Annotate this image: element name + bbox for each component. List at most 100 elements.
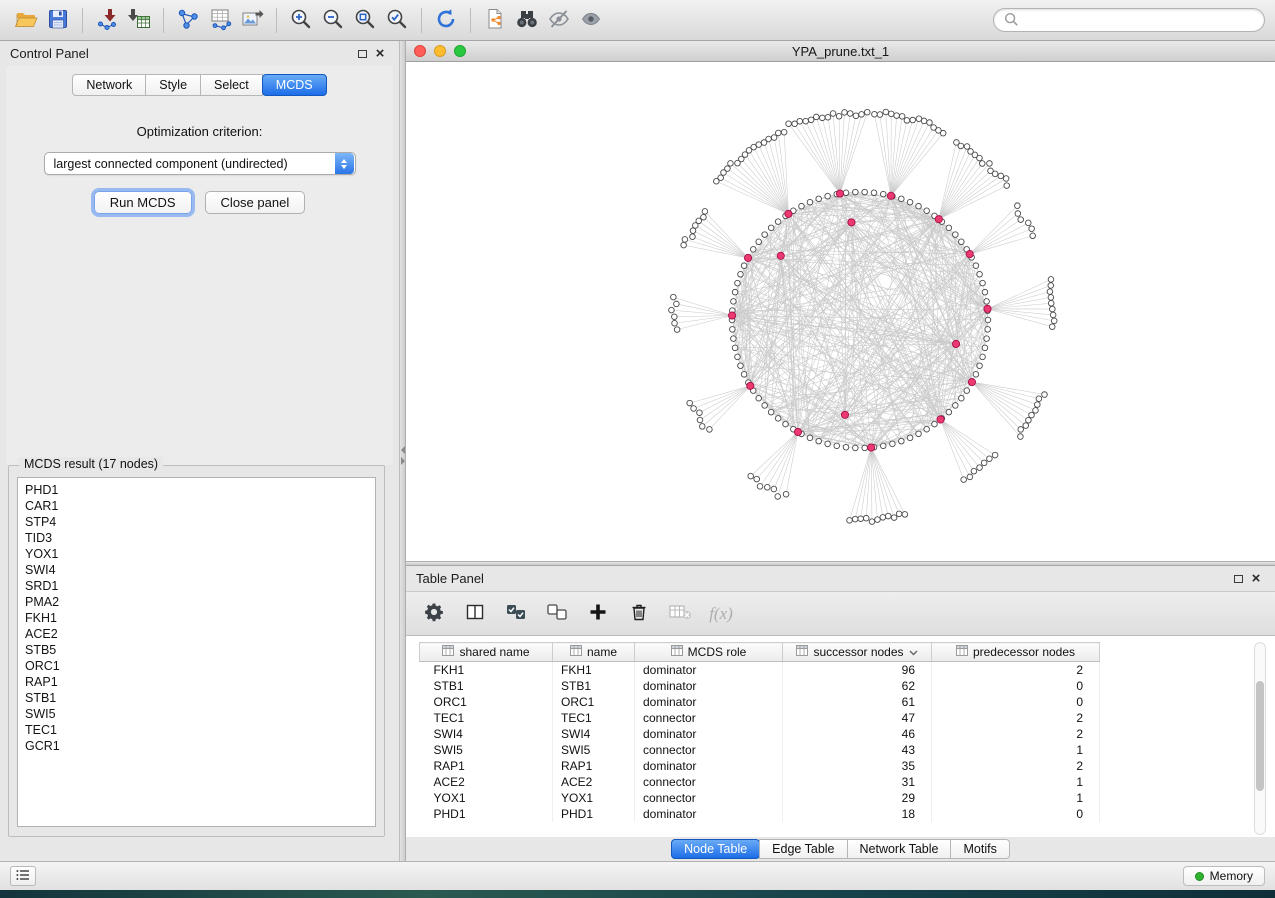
zoom-out-button[interactable] xyxy=(317,4,349,36)
mcds-result-item[interactable]: GCR1 xyxy=(18,738,375,754)
mcds-result-item[interactable]: SRD1 xyxy=(18,578,375,594)
delete-column-button[interactable] xyxy=(626,601,652,627)
cell-predecessor-nodes: 1 xyxy=(932,742,1100,758)
mcds-result-item[interactable]: STB1 xyxy=(18,690,375,706)
memory-button[interactable]: Memory xyxy=(1183,866,1265,886)
search-network-button[interactable] xyxy=(511,4,543,36)
table-row[interactable]: SWI5SWI5connector431 xyxy=(420,742,1252,758)
table-scrollbar[interactable] xyxy=(1254,642,1266,835)
zoom-out-icon xyxy=(321,7,345,34)
network-window-titlebar[interactable]: YPA_prune.txt_1 xyxy=(406,41,1275,62)
tab-network-table[interactable]: Network Table xyxy=(847,839,952,859)
tab-motifs[interactable]: Motifs xyxy=(950,839,1009,859)
mcds-result-item[interactable]: SWI5 xyxy=(18,706,375,722)
table-row[interactable]: RAP1RAP1dominator352 xyxy=(420,758,1252,774)
document-share-icon xyxy=(483,7,507,34)
mcds-result-item[interactable]: STB5 xyxy=(18,642,375,658)
table-header-row: shared namename MCDS role successor nodes p… xyxy=(420,643,1252,662)
tab-node-table[interactable]: Node Table xyxy=(671,839,760,859)
add-column-button[interactable] xyxy=(585,601,611,627)
network-canvas[interactable] xyxy=(406,62,1275,561)
tab-edge-table[interactable]: Edge Table xyxy=(759,839,847,859)
float-panel-button[interactable] xyxy=(353,45,371,63)
cell-name: TEC1 xyxy=(553,710,635,726)
select-all-button[interactable] xyxy=(503,601,529,627)
tab-network[interactable]: Network xyxy=(72,74,146,96)
float-table-panel-button[interactable] xyxy=(1229,570,1247,588)
mcds-result-item[interactable]: ORC1 xyxy=(18,658,375,674)
mcds-result-item[interactable]: TID3 xyxy=(18,530,375,546)
run-mcds-button[interactable]: Run MCDS xyxy=(94,191,192,214)
close-table-panel-button[interactable]: × xyxy=(1247,570,1265,588)
mcds-result-list[interactable]: PHD1CAR1STP4TID3YOX1SWI4SRD1PMA2FKH1ACE2… xyxy=(17,477,376,827)
mcds-result-item[interactable]: PMA2 xyxy=(18,594,375,610)
export-document-button[interactable] xyxy=(479,4,511,36)
table-settings-button[interactable] xyxy=(421,601,447,627)
mcds-result-item[interactable]: TEC1 xyxy=(18,722,375,738)
cell-name: ACE2 xyxy=(553,774,635,790)
cell-MCDS-role: connector xyxy=(635,774,783,790)
zoom-in-button[interactable] xyxy=(285,4,317,36)
column-header-shared-name[interactable]: shared name xyxy=(420,643,553,662)
column-header-MCDS-role[interactable]: MCDS role xyxy=(635,643,783,662)
zoom-selected-button[interactable] xyxy=(381,4,413,36)
mcds-result-item[interactable]: RAP1 xyxy=(18,674,375,690)
table-row[interactable]: ORC1ORC1dominator610 xyxy=(420,694,1252,710)
optimization-criterion-select[interactable]: largest connected component (undirected) xyxy=(44,152,356,175)
cell-filler xyxy=(1100,790,1252,806)
export-image-button[interactable] xyxy=(236,4,268,36)
minimize-window-icon[interactable] xyxy=(434,45,446,57)
cell-predecessor-nodes: 2 xyxy=(932,758,1100,774)
unselect-all-button[interactable] xyxy=(544,601,570,627)
tab-style[interactable]: Style xyxy=(145,74,201,96)
scrollbar-thumb[interactable] xyxy=(1256,681,1264,791)
cell-shared-name: RAP1 xyxy=(420,758,553,774)
close-panel-action-button[interactable]: Close panel xyxy=(205,191,306,214)
panel-splitter[interactable] xyxy=(399,41,406,861)
tab-mcds[interactable]: MCDS xyxy=(262,74,327,96)
mcds-result-item[interactable]: STP4 xyxy=(18,514,375,530)
table-row[interactable]: SWI4SWI4dominator462 xyxy=(420,726,1252,742)
close-window-icon[interactable] xyxy=(414,45,426,57)
network-graph[interactable] xyxy=(406,62,1275,561)
toggle-visual-properties-button[interactable] xyxy=(543,4,575,36)
mcds-result-item[interactable]: YOX1 xyxy=(18,546,375,562)
save-session-button[interactable] xyxy=(42,4,74,36)
search-input[interactable] xyxy=(1024,13,1255,27)
close-panel-button[interactable]: × xyxy=(371,45,389,63)
mcds-result-item[interactable]: SWI4 xyxy=(18,562,375,578)
show-hide-button[interactable] xyxy=(575,4,607,36)
column-header-name[interactable]: name xyxy=(553,643,635,662)
table-row[interactable]: STB1STB1dominator620 xyxy=(420,678,1252,694)
toolbar-separator xyxy=(276,8,277,33)
maximize-window-icon[interactable] xyxy=(454,45,466,57)
search-box[interactable] xyxy=(993,8,1265,32)
column-header-inner: MCDS role xyxy=(639,645,778,659)
open-file-button[interactable] xyxy=(10,4,42,36)
table-row[interactable]: FKH1FKH1dominator962 xyxy=(420,662,1252,678)
cell-MCDS-role: dominator xyxy=(635,694,783,710)
network-from-table-button[interactable] xyxy=(204,4,236,36)
optimization-criterion-label: Optimization criterion: xyxy=(137,124,263,139)
column-header-label: successor nodes xyxy=(813,645,903,659)
mcds-result-item[interactable]: FKH1 xyxy=(18,610,375,626)
show-column-button[interactable] xyxy=(462,601,488,627)
column-header-successor-nodes[interactable]: successor nodes xyxy=(783,643,932,662)
table-row[interactable]: YOX1YOX1connector291 xyxy=(420,790,1252,806)
task-history-button[interactable] xyxy=(10,866,36,886)
mcds-result-item[interactable]: CAR1 xyxy=(18,498,375,514)
table-row[interactable]: ACE2ACE2connector311 xyxy=(420,774,1252,790)
new-network-button[interactable] xyxy=(172,4,204,36)
splitter-handle[interactable] xyxy=(400,446,405,465)
table-row[interactable]: PHD1PHD1dominator180 xyxy=(420,806,1252,822)
refresh-button[interactable] xyxy=(430,4,462,36)
tab-select[interactable]: Select xyxy=(200,74,263,96)
zoom-fit-button[interactable] xyxy=(349,4,381,36)
import-network-button[interactable] xyxy=(91,4,123,36)
table-row[interactable]: TEC1TEC1connector472 xyxy=(420,710,1252,726)
column-header-predecessor-nodes[interactable]: predecessor nodes xyxy=(932,643,1100,662)
mcds-result-item[interactable]: PHD1 xyxy=(18,482,375,498)
cell-shared-name: STB1 xyxy=(420,678,553,694)
mcds-result-item[interactable]: ACE2 xyxy=(18,626,375,642)
import-table-button[interactable] xyxy=(123,4,155,36)
